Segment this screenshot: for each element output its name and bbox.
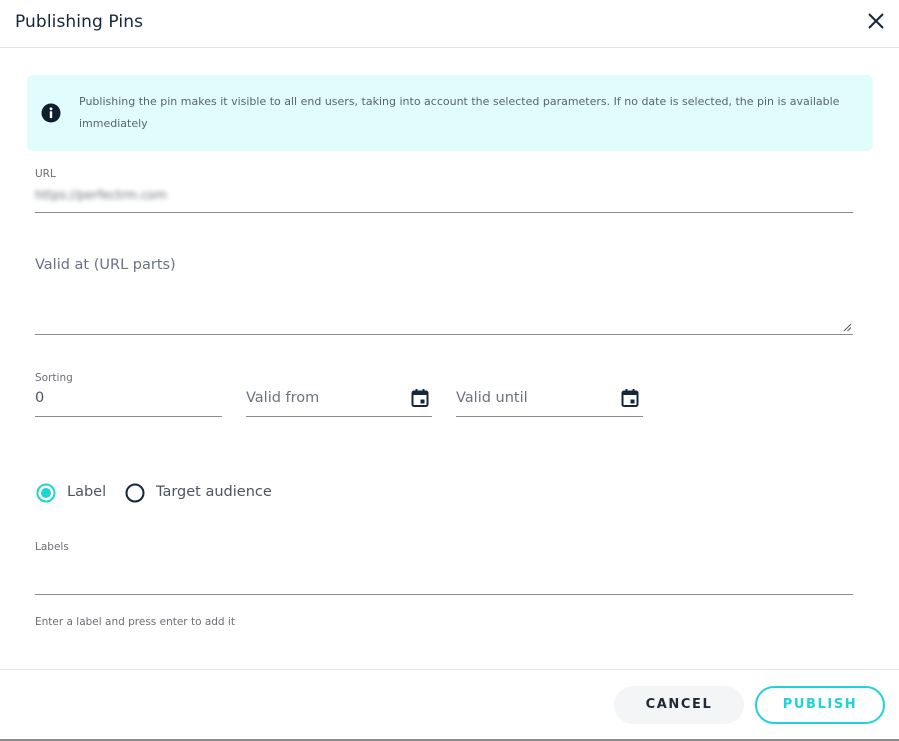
valid-at-underline xyxy=(35,334,853,335)
url-value[interactable]: https://perfectrm.com xyxy=(35,188,167,202)
cancel-button[interactable]: CANCEL xyxy=(614,686,744,724)
sorting-label: Sorting xyxy=(35,372,73,384)
sorting-value[interactable]: 0 xyxy=(35,390,44,406)
labels-helper-text: Enter a label and press enter to add it xyxy=(35,616,235,628)
valid-at-textarea[interactable]: Valid at (URL parts) xyxy=(35,255,853,335)
calendar-icon[interactable] xyxy=(410,388,430,408)
dialog-title: Publishing Pins xyxy=(15,12,144,32)
radio-label-text: Label xyxy=(67,484,107,500)
radio-target-audience-option[interactable]: Target audience xyxy=(125,482,285,504)
labels-underline xyxy=(35,594,853,595)
valid-until-field[interactable]: Valid until xyxy=(456,372,643,417)
radio-selected-icon[interactable] xyxy=(36,483,56,503)
url-field[interactable]: URL https://perfectrm.com xyxy=(35,167,853,213)
close-icon xyxy=(868,13,884,29)
labels-field[interactable]: Labels xyxy=(35,540,853,595)
valid-from-underline xyxy=(246,416,432,417)
labels-label: Labels xyxy=(35,541,69,553)
info-text: Publishing the pin makes it visible to a… xyxy=(79,95,840,130)
info-banner: Publishing the pin makes it visible to a… xyxy=(27,75,873,151)
publish-button[interactable]: PUBLISH xyxy=(755,686,885,724)
valid-from-field[interactable]: Valid from xyxy=(246,372,432,417)
valid-at-placeholder: Valid at (URL parts) xyxy=(35,257,176,273)
dialog-footer: CANCEL PUBLISH xyxy=(0,669,899,740)
info-icon xyxy=(41,103,61,123)
publishing-pins-dialog: Publishing Pins Publishing the pin makes… xyxy=(0,0,899,741)
sorting-field[interactable]: Sorting 0 xyxy=(35,372,222,417)
close-button[interactable] xyxy=(864,9,888,33)
calendar-icon[interactable] xyxy=(620,388,640,408)
url-label: URL xyxy=(35,168,56,180)
dialog-header: Publishing Pins xyxy=(0,0,899,48)
resize-handle-icon[interactable] xyxy=(843,323,852,332)
url-underline xyxy=(35,212,853,213)
radio-unselected-icon[interactable] xyxy=(125,483,145,503)
radio-target-audience-text: Target audience xyxy=(156,484,272,500)
valid-until-underline xyxy=(456,416,643,417)
sorting-underline xyxy=(35,416,222,417)
valid-from-placeholder: Valid from xyxy=(246,390,320,406)
valid-until-placeholder: Valid until xyxy=(456,390,528,406)
radio-label-option[interactable]: Label xyxy=(36,482,116,504)
